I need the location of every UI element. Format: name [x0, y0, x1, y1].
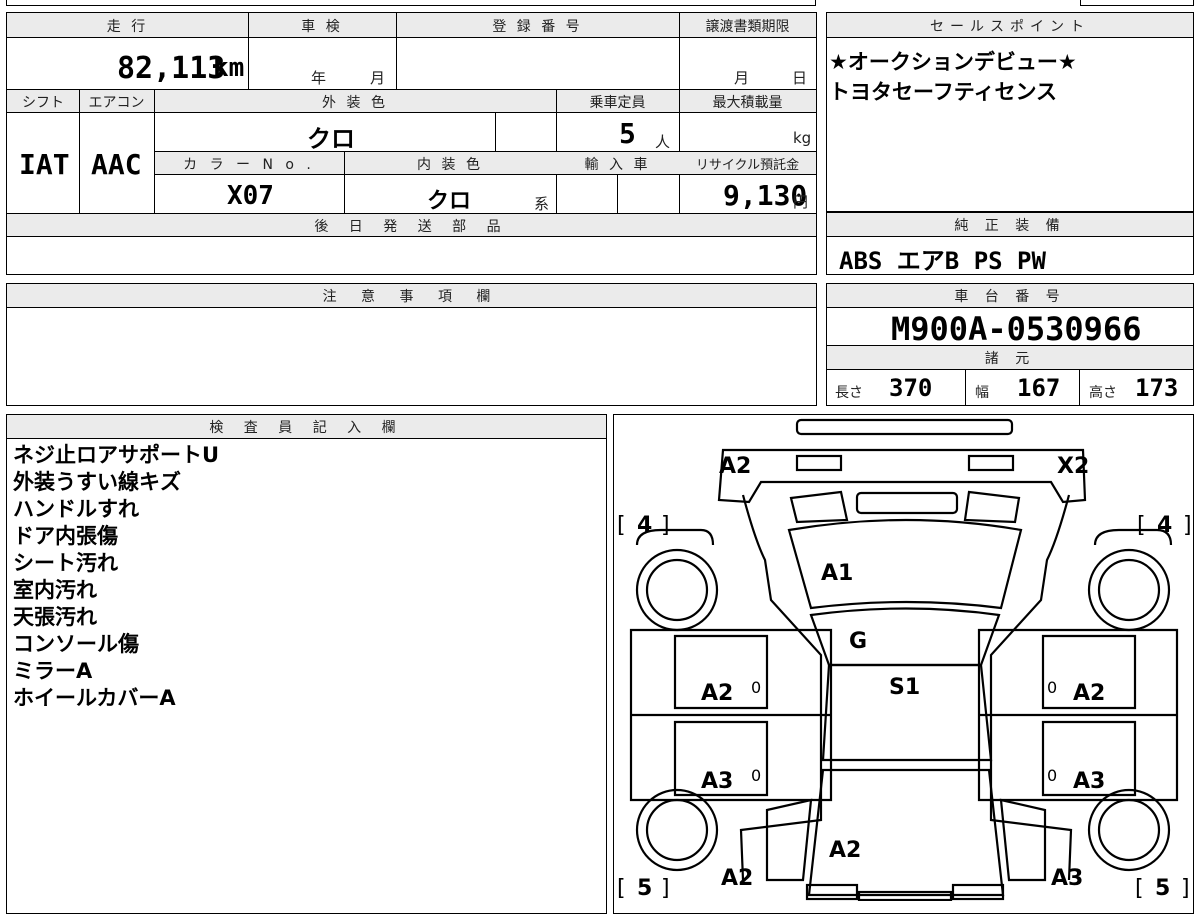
capacity-value: 5 — [619, 117, 636, 150]
aircon-value: AAC — [91, 148, 142, 181]
top-strip-right — [1080, 0, 1194, 6]
inspector-note: ホイールカバーA — [13, 686, 176, 710]
mileage-unit: km — [213, 53, 245, 83]
top-strip-left — [6, 0, 816, 6]
mark-rear-quarter-right: A3 — [1051, 866, 1083, 891]
caution-label: 注 意 事 項 欄 — [322, 289, 501, 305]
shaken-year-unit: 年 — [311, 69, 327, 87]
length-value: 370 — [889, 374, 933, 402]
color-no-label: カ ラ ー N o . — [183, 157, 315, 173]
interior-value: クロ — [427, 189, 472, 214]
later-parts-label: 後 日 発 送 部 品 — [314, 219, 509, 235]
width-label: 幅 — [975, 385, 989, 401]
tire-front-left-count: 4 — [637, 513, 652, 538]
load-unit: kg — [793, 129, 812, 147]
specs-label: 諸 元 — [984, 351, 1036, 367]
deadline-month-unit: 月 — [734, 69, 750, 87]
height-label: 高さ — [1089, 385, 1117, 401]
mark-front-left: A2 — [719, 454, 751, 479]
vehicle-info-table: 走 行 車 検 登 録 番 号 譲渡書類期限 82,113 km 年 月 月 日… — [6, 12, 817, 275]
mark-roof: S1 — [889, 675, 920, 700]
caution-box: 注 意 事 項 欄 — [6, 283, 817, 406]
mark-windshield: G — [849, 629, 867, 654]
inspector-note: 外装うすい線キズ — [13, 470, 181, 494]
svg-text:]: ] — [661, 876, 670, 901]
max-load-label: 最大積載量 — [712, 95, 783, 111]
tire-rear-right-count: 5 — [1155, 876, 1170, 901]
sales-points-box: セールスポイント ★オークションデビュー★ トヨタセーフティセンス — [826, 12, 1194, 212]
chassis-value: M900A-0530966 — [891, 310, 1142, 348]
svg-text:]: ] — [661, 513, 670, 538]
chassis-box: 車 台 番 号 M900A-0530966 諸 元 長さ 370 幅 167 高… — [826, 283, 1194, 406]
shaken-label: 車 検 — [301, 19, 343, 35]
standard-equipment-box: 純 正 装 備 ABS エアB PS PW — [826, 212, 1194, 275]
svg-text:[: [ — [617, 876, 626, 901]
door-zero-rr: 0 — [1047, 766, 1057, 785]
inspector-box: 検 査 員 記 入 欄 ネジ止ロアサポートU 外装うすい線キズ ハンドルすれ ド… — [6, 414, 607, 914]
sales-point-2: トヨタセーフティセンス — [829, 80, 1058, 104]
inspector-note: シート汚れ — [13, 551, 118, 575]
svg-text:[: [ — [1135, 876, 1144, 901]
mark-front-right: X2 — [1057, 454, 1089, 479]
inspector-note: ミラーA — [13, 659, 93, 683]
door-zero-fl: 0 — [751, 678, 761, 697]
door-zero-fr: 0 — [1047, 678, 1057, 697]
capacity-label: 乗車定員 — [589, 95, 646, 111]
interior-suffix: 系 — [534, 195, 550, 213]
mark-rear-quarter-left: A2 — [721, 866, 753, 891]
tire-front-right-count: 4 — [1157, 513, 1172, 538]
recycle-label: リサイクル預託金 — [695, 158, 800, 173]
svg-text:[: [ — [617, 513, 626, 538]
inspector-note: コンソール傷 — [13, 632, 139, 656]
mark-rear-door-left: A3 — [701, 769, 733, 794]
svg-text:]: ] — [1181, 876, 1190, 901]
color-no-value: X07 — [227, 181, 274, 211]
shift-label: シフト — [22, 95, 64, 111]
mileage-value: 82,113 — [117, 51, 226, 86]
inspector-note: ネジ止ロアサポートU — [13, 443, 220, 467]
interior-label: 内 装 色 — [417, 157, 483, 173]
door-zero-rl: 0 — [751, 766, 761, 785]
inspector-label: 検 査 員 記 入 欄 — [209, 420, 404, 436]
inspector-note: ドア内張傷 — [13, 524, 118, 548]
shaken-month-unit: 月 — [370, 69, 386, 87]
standard-equipment-label: 純 正 装 備 — [954, 218, 1066, 234]
sales-point-1: ★オークションデビュー★ — [829, 50, 1077, 74]
mark-hood: A1 — [821, 561, 853, 586]
inspector-note: 室内汚れ — [13, 578, 97, 602]
reg-no-label: 登 録 番 号 — [492, 19, 583, 35]
import-label: 輸 入 車 — [584, 157, 651, 173]
svg-text:]: ] — [1183, 513, 1192, 538]
exterior-label: 外 装 色 — [322, 95, 388, 111]
mileage-label: 走 行 — [106, 19, 149, 35]
inspector-note: ハンドルすれ — [13, 497, 139, 521]
car-body-diagram: [ 4 ] [ 4 ] [ 5 ] [ 5 ] A2 X2 A1 G S1 A2… — [617, 418, 1192, 901]
deadline-day-unit: 日 — [792, 69, 808, 87]
mark-rear-door-right: A3 — [1073, 769, 1105, 794]
length-label: 長さ — [835, 385, 863, 401]
recycle-unit: 円 — [793, 193, 809, 211]
exterior-value: クロ — [307, 125, 355, 153]
mark-front-door-right: A2 — [1073, 681, 1105, 706]
aircon-label: エアコン — [88, 95, 145, 111]
capacity-unit: 人 — [655, 133, 671, 151]
width-value: 167 — [1017, 374, 1061, 402]
mark-front-door-left: A2 — [701, 681, 733, 706]
shift-value: IAT — [19, 148, 70, 181]
transfer-deadline-label: 譲渡書類期限 — [705, 19, 790, 35]
standard-equipment-value: ABS エアB PS PW — [839, 247, 1046, 275]
tire-rear-left-count: 5 — [637, 876, 652, 901]
height-value: 173 — [1135, 374, 1179, 402]
sales-points-label: セールスポイント — [930, 19, 1090, 35]
mark-rear-window: A2 — [829, 838, 861, 863]
svg-text:[: [ — [1137, 513, 1146, 538]
damage-diagram-box: [ 4 ] [ 4 ] [ 5 ] [ 5 ] A2 X2 A1 G S1 A2… — [613, 414, 1194, 914]
chassis-label: 車 台 番 号 — [954, 289, 1066, 305]
inspector-note: 天張汚れ — [13, 605, 97, 629]
